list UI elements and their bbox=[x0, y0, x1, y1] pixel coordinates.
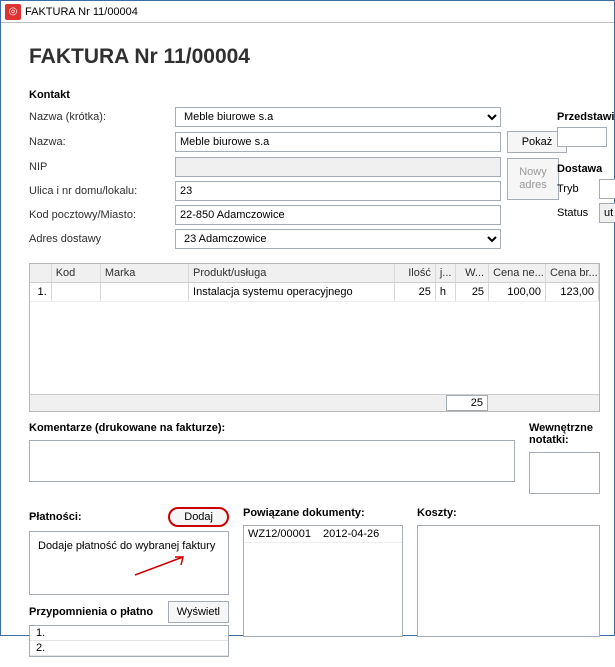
street-input[interactable] bbox=[175, 181, 501, 201]
payments-label: Płatności: bbox=[29, 511, 82, 523]
table-row[interactable]: 1. Instalacja systemu operacyjnego 25 h … bbox=[30, 283, 599, 302]
costs-label: Koszty: bbox=[417, 507, 600, 519]
name-input[interactable] bbox=[175, 132, 501, 152]
delivery-label: Adres dostawy bbox=[29, 233, 169, 245]
comments-label: Komentarze (drukowane na fakturze): bbox=[29, 422, 515, 434]
col-cena-ne[interactable]: Cena ne... bbox=[489, 264, 546, 282]
linked-doc-row[interactable]: WZ12/00001 2012-04-26 bbox=[244, 526, 402, 543]
contact-section-title: Kontakt bbox=[29, 89, 567, 101]
nip-input[interactable] bbox=[175, 157, 501, 177]
short-name-label: Nazwa (krótka): bbox=[29, 111, 169, 123]
street-label: Ulica i nr domu/lokalu: bbox=[29, 185, 169, 197]
add-payment-button[interactable]: Dodaj bbox=[168, 507, 229, 527]
postcity-label: Kod pocztowy/Miasto: bbox=[29, 209, 169, 221]
rep-input[interactable] bbox=[557, 127, 607, 147]
rep-section-title: Przedstawic bbox=[557, 111, 615, 123]
cell-ilosc: 25 bbox=[395, 283, 436, 301]
internal-notes-textarea[interactable] bbox=[529, 452, 600, 494]
delivery-mode-input[interactable] bbox=[599, 179, 615, 199]
new-address-l2: adres bbox=[519, 179, 547, 191]
internal-notes-label: Wewnętrzne notatki: bbox=[529, 422, 600, 446]
linked-doc-num: WZ12/00001 bbox=[248, 528, 323, 540]
col-ilosc[interactable]: Ilość bbox=[395, 264, 436, 282]
show-reminders-button[interactable]: Wyświetl bbox=[168, 601, 229, 623]
cell-cena-br: 123,00 bbox=[546, 283, 599, 301]
new-address-button: Nowy adres bbox=[507, 158, 559, 200]
col-num bbox=[30, 264, 52, 282]
delivery-status-label: Status bbox=[557, 207, 593, 219]
cell-j: h bbox=[436, 283, 456, 301]
linked-docs-list[interactable]: WZ12/00001 2012-04-26 bbox=[243, 525, 403, 637]
short-name-select[interactable]: Meble biurowe s.a bbox=[175, 107, 501, 127]
reminder-row[interactable]: 2. bbox=[30, 641, 228, 656]
postcity-input[interactable] bbox=[175, 205, 501, 225]
product-table[interactable]: Kod Marka Produkt/usługa Ilość j... W...… bbox=[29, 263, 600, 412]
cell-cena-ne: 100,00 bbox=[489, 283, 546, 301]
delivery-status-input[interactable] bbox=[599, 203, 615, 223]
cell-produkt: Instalacja systemu operacyjnego bbox=[189, 283, 395, 301]
cell-marka bbox=[101, 283, 189, 301]
add-payment-tooltip: Dodaje płatność do wybranej faktury bbox=[38, 540, 215, 552]
new-address-l1: Nowy bbox=[519, 166, 547, 178]
costs-list[interactable] bbox=[417, 525, 600, 637]
col-w[interactable]: W... bbox=[456, 264, 489, 282]
linked-doc-date: 2012-04-26 bbox=[323, 528, 398, 540]
col-cena-br[interactable]: Cena br... bbox=[546, 264, 599, 282]
linked-docs-label: Powiązane dokumenty: bbox=[243, 507, 403, 519]
col-produkt[interactable]: Produkt/usługa bbox=[189, 264, 395, 282]
reminders-label: Przypomnienia o płatno bbox=[29, 606, 153, 618]
col-marka[interactable]: Marka bbox=[101, 264, 189, 282]
window-titlebar: ◎ FAKTURA Nr 11/00004 bbox=[1, 1, 614, 23]
delivery-select[interactable]: 23 Adamczowice bbox=[175, 229, 501, 249]
nip-label: NIP bbox=[29, 161, 169, 173]
sum-ilosc: 25 bbox=[446, 395, 488, 411]
delivery-section-title: Dostawa bbox=[557, 163, 615, 175]
comments-textarea[interactable] bbox=[29, 440, 515, 482]
col-kod[interactable]: Kod bbox=[52, 264, 101, 282]
col-j[interactable]: j... bbox=[436, 264, 456, 282]
reminders-table[interactable]: 1. 2. bbox=[29, 625, 229, 657]
page-title: FAKTURA Nr 11/00004 bbox=[29, 45, 600, 69]
cell-num: 1. bbox=[30, 283, 52, 301]
window-title: FAKTURA Nr 11/00004 bbox=[25, 6, 138, 18]
reminder-row[interactable]: 1. bbox=[30, 626, 228, 641]
delivery-mode-label: Tryb bbox=[557, 183, 593, 195]
app-icon: ◎ bbox=[5, 4, 21, 20]
name-label: Nazwa: bbox=[29, 136, 169, 148]
cell-w: 25 bbox=[456, 283, 489, 301]
payments-list[interactable]: Dodaje płatność do wybranej faktury bbox=[29, 531, 229, 595]
cell-kod bbox=[52, 283, 101, 301]
